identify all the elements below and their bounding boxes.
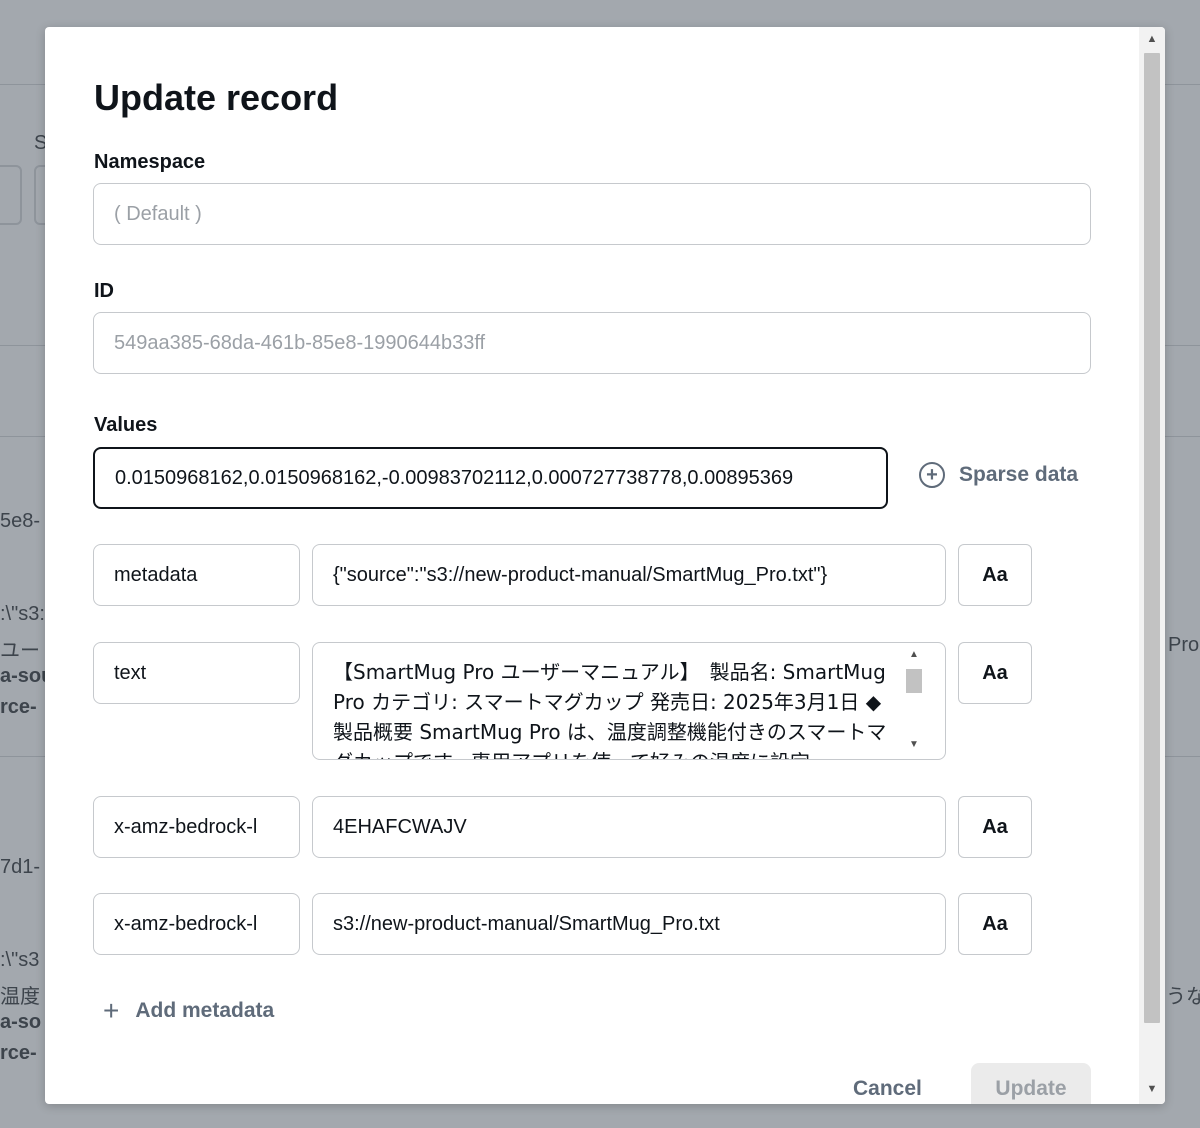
background-metadata-fragment: a-so bbox=[0, 1011, 42, 1033]
update-button[interactable]: Update bbox=[971, 1063, 1091, 1104]
metadata-value: s3://new-product-manual/SmartMug_Pro.txt bbox=[333, 912, 720, 935]
background-input bbox=[0, 165, 22, 225]
background-metadata-fragment: :\"s3: bbox=[0, 603, 45, 625]
cancel-button[interactable]: Cancel bbox=[853, 1077, 922, 1101]
metadata-key: x-amz-bedrock-l bbox=[114, 815, 258, 838]
textarea-scrollbar[interactable]: ▲ ▼ bbox=[903, 647, 925, 755]
background-metadata-fragment: :\"s3 bbox=[0, 949, 40, 971]
id-value: 549aa385-68da-461b-85e8-1990644b33ff bbox=[114, 331, 486, 354]
values-value: 0.0150968162,0.0150968162,-0.00983702112… bbox=[115, 466, 794, 489]
background-right-fragment: Pro bbox=[1168, 634, 1200, 656]
add-metadata-label: Add metadata bbox=[135, 999, 275, 1022]
namespace-placeholder: ( Default ) bbox=[114, 202, 202, 225]
namespace-label: Namespace bbox=[94, 151, 206, 173]
background-metadata-fragment: ユー bbox=[0, 640, 40, 662]
scroll-thumb[interactable] bbox=[906, 669, 922, 693]
metadata-value-input[interactable]: s3://new-product-manual/SmartMug_Pro.txt bbox=[312, 893, 946, 955]
metadata-value-input[interactable]: {"source":"s3://new-product-manual/Smart… bbox=[312, 544, 946, 606]
metadata-key-input[interactable]: x-amz-bedrock-l bbox=[93, 893, 300, 955]
metadata-key-input[interactable]: text bbox=[93, 642, 300, 704]
sparse-data-button[interactable]: + Sparse data bbox=[919, 462, 1078, 488]
metadata-value-input[interactable]: 4EHAFCWAJV bbox=[312, 796, 946, 858]
add-metadata-button[interactable]: + Add metadata bbox=[103, 997, 274, 1025]
metadata-key-input[interactable]: x-amz-bedrock-l bbox=[93, 796, 300, 858]
metadata-key: metadata bbox=[114, 563, 198, 586]
background-id-fragment: 7d1- bbox=[0, 856, 41, 878]
metadata-value-textarea[interactable]: 【SmartMug Pro ユーザーマニュアル】 製品名: SmartMug P… bbox=[312, 642, 946, 760]
background-metadata-fragment: rce- bbox=[0, 696, 37, 718]
metadata-value: 4EHAFCWAJV bbox=[333, 815, 467, 838]
modal-title: Update record bbox=[94, 77, 339, 118]
metadata-value: 【SmartMug Pro ユーザーマニュアル】 製品名: SmartMug P… bbox=[333, 660, 887, 759]
values-input[interactable]: 0.0150968162,0.0150968162,-0.00983702112… bbox=[93, 447, 888, 509]
value-type-button[interactable]: Aa bbox=[958, 893, 1032, 955]
metadata-value: {"source":"s3://new-product-manual/Smart… bbox=[333, 563, 828, 586]
plus-circle-icon: + bbox=[919, 462, 945, 488]
metadata-key: text bbox=[114, 661, 147, 684]
scroll-down-icon[interactable]: ▼ bbox=[1139, 1077, 1165, 1101]
scroll-up-icon[interactable]: ▲ bbox=[903, 647, 925, 663]
plus-icon: + bbox=[103, 995, 120, 1026]
scroll-thumb[interactable] bbox=[1144, 53, 1160, 1023]
value-type-button[interactable]: Aa bbox=[958, 544, 1032, 606]
modal-scrollbar[interactable]: ▲ ▼ bbox=[1139, 27, 1165, 1104]
background-id-fragment: 5e8- bbox=[0, 510, 41, 532]
value-type-button[interactable]: Aa bbox=[958, 642, 1032, 704]
metadata-key: x-amz-bedrock-l bbox=[114, 912, 258, 935]
id-input[interactable]: 549aa385-68da-461b-85e8-1990644b33ff bbox=[93, 312, 1091, 374]
background-metadata-fragment: 温度 bbox=[0, 986, 40, 1008]
namespace-input[interactable]: ( Default ) bbox=[93, 183, 1091, 245]
background-right-fragment: うな bbox=[1166, 986, 1200, 1008]
metadata-key-input[interactable]: metadata bbox=[93, 544, 300, 606]
scroll-down-icon[interactable]: ▼ bbox=[903, 737, 925, 753]
id-label: ID bbox=[94, 280, 114, 302]
values-label: Values bbox=[94, 414, 158, 436]
scroll-up-icon[interactable]: ▲ bbox=[1139, 27, 1165, 51]
sparse-data-label: Sparse data bbox=[959, 463, 1079, 486]
update-record-modal: Update record Namespace ( Default ) ID 5… bbox=[45, 27, 1165, 1104]
value-type-button[interactable]: Aa bbox=[958, 796, 1032, 858]
background-metadata-fragment: rce- bbox=[0, 1042, 37, 1064]
